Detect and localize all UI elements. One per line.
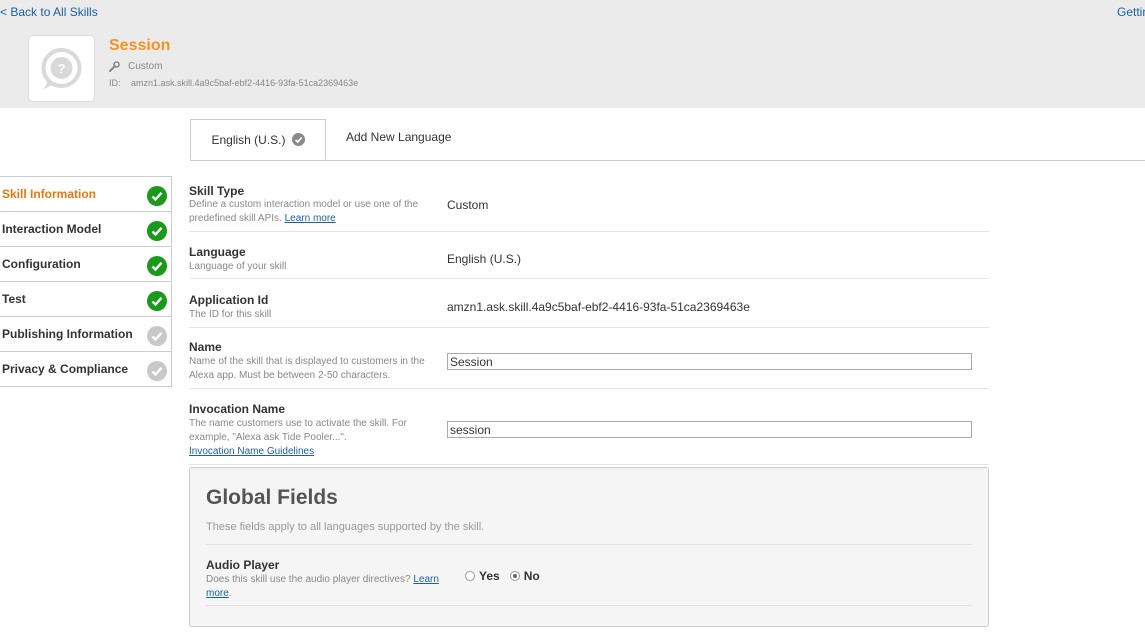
global-fields-panel: Global Fields These fields apply to all … [189,467,989,627]
language-description: Language of your skill [189,261,287,272]
sidebar-item-label: Configuration [2,257,81,271]
language-tabs: English (U.S.) Add New Language [190,119,1145,161]
global-fields-title: Global Fields [206,486,338,509]
sidebar-item-interaction-model[interactable]: Interaction Model [0,212,172,247]
invocation-name-description-text: The name customers use to activate the s… [189,418,407,443]
incomplete-check-icon [147,361,167,381]
sidebar-item-label: Interaction Model [2,222,102,236]
tab-english-us-label: English (U.S.) [211,132,286,147]
language-row: Language Language of your skill English … [189,232,989,279]
name-row: Name Name of the skill that is displayed… [189,328,989,389]
application-id-description: The ID for this skill [189,309,272,320]
tab-english-us[interactable]: English (U.S.) [190,119,326,160]
sidebar-item-label: Privacy & Compliance [2,362,129,376]
application-id-title: Application Id [189,293,269,307]
skill-type-title: Skill Type [189,184,245,198]
invocation-name-title: Invocation Name [189,402,286,416]
audio-player-radio-group: Yes No [465,569,540,583]
skill-id-value: amzn1.ask.skill.4a9c5baf-ebf2-4416-93fa-… [131,78,359,88]
sidebar-item-publishing-information[interactable]: Publishing Information [0,317,172,352]
divider [206,544,972,545]
complete-check-icon [147,221,167,241]
audio-player-no-radio[interactable] [509,571,520,581]
audio-player-description-text: Does this skill use the audio player dir… [206,574,411,585]
skill-type-row: Skill Type Define a custom interaction m… [189,176,989,232]
invocation-name-description: The name customers use to activate the s… [189,417,439,459]
question-mark-glyph: ? [58,61,66,76]
wrench-icon [109,61,120,72]
sidebar-item-label: Test [2,292,26,306]
sidebar-item-test[interactable]: Test [0,282,172,317]
skill-id-label: ID: [109,78,121,88]
name-input[interactable] [447,353,972,370]
skill-sidebar: Skill Information Interaction Model Conf… [0,176,172,387]
audio-player-title: Audio Player [206,558,280,572]
name-title: Name [189,340,222,354]
language-title: Language [189,245,246,259]
sidebar-item-skill-information[interactable]: Skill Information [0,177,172,212]
skill-type-label: Custom [128,61,163,72]
skill-type-description: Define a custom interaction model or use… [189,198,439,226]
skill-information-form: Skill Type Define a custom interaction m… [189,176,989,465]
audio-player-description: Does this skill use the audio player dir… [206,573,458,601]
speech-bubble-icon: ? [41,48,82,89]
audio-player-yes-radio[interactable] [465,571,475,581]
audio-player-yes-label[interactable]: Yes [479,569,500,583]
global-fields-subtitle: These fields apply to all languages supp… [206,521,485,533]
divider [206,605,972,606]
audio-player-period: . [228,588,232,599]
sidebar-item-label: Skill Information [2,187,97,201]
skill-header: < Back to All Skills Getting Started ? S… [0,0,1145,108]
application-id-row: Application Id The ID for this skill amz… [189,279,989,328]
audio-player-no-label[interactable]: No [524,569,540,583]
invocation-name-input[interactable] [447,421,972,438]
complete-check-icon [147,291,167,311]
invocation-name-row: Invocation Name The name customers use t… [189,389,989,465]
incomplete-check-icon [147,326,167,346]
skill-icon: ? [28,35,95,102]
name-description: Name of the skill that is displayed to c… [189,356,425,381]
skill-type-learn-more-link[interactable]: Learn more [285,213,336,224]
skill-type-value: Custom [447,198,489,212]
invocation-name-guidelines-link[interactable]: Invocation Name Guidelines [189,446,314,457]
sidebar-item-configuration[interactable]: Configuration [0,247,172,282]
check-circle-icon [291,133,305,146]
skill-name: Session [109,37,171,54]
complete-check-icon [147,186,167,206]
language-value: English (U.S.) [447,252,522,266]
sidebar-item-privacy-compliance[interactable]: Privacy & Compliance [0,352,172,387]
complete-check-icon [147,256,167,276]
sidebar-item-label: Publishing Information [2,327,133,341]
application-id-value: amzn1.ask.skill.4a9c5baf-ebf2-4416-93fa-… [447,300,750,314]
getting-started-link[interactable]: Getting Started [1117,5,1145,19]
back-to-all-skills-link[interactable]: < Back to All Skills [0,5,98,19]
skill-id-row: ID: amzn1.ask.skill.4a9c5baf-ebf2-4416-9… [109,78,358,88]
add-new-language-tab[interactable]: Add New Language [346,130,451,144]
skill-type-row: Custom [109,61,162,72]
